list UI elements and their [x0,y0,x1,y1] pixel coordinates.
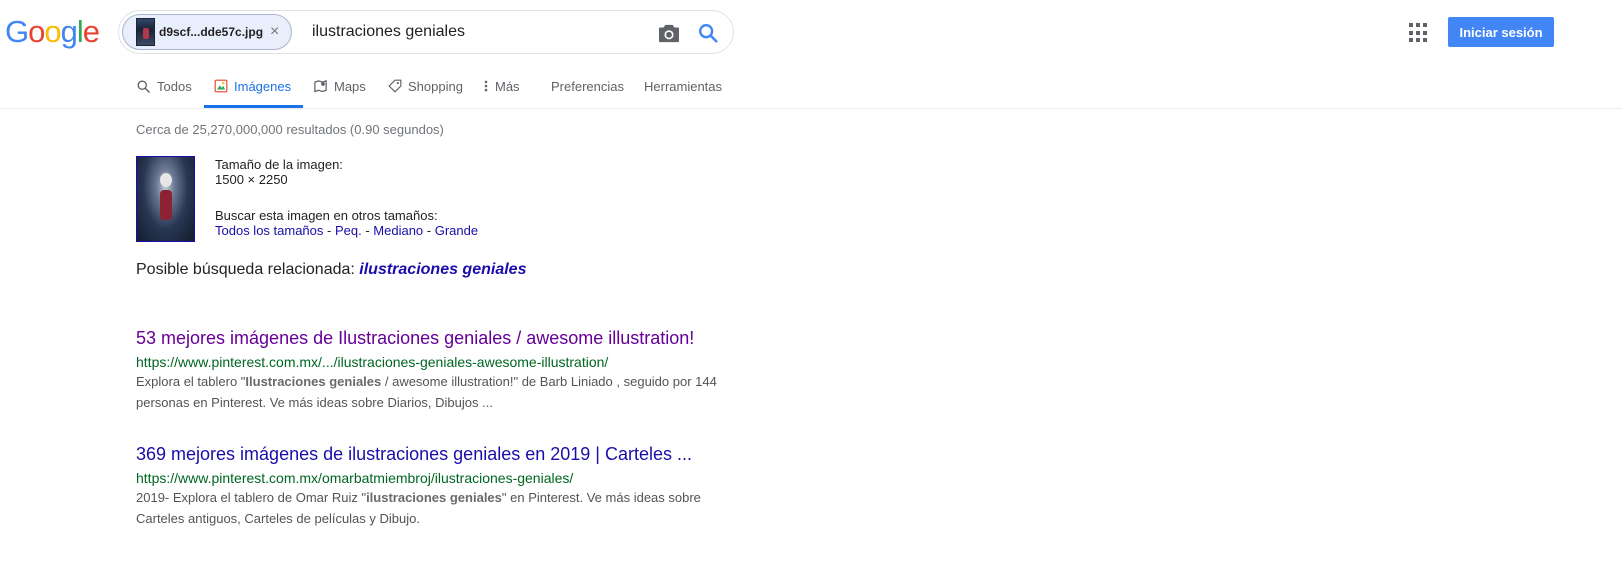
tab-herramientas[interactable]: Herramientas [644,74,722,108]
logo-letter: o [44,14,61,49]
logo-letter: g [60,14,78,49]
tab-label: Herramientas [644,79,723,94]
search-tabs: Todos Imágenes Maps Shopping Más Prefere… [0,74,1622,108]
related-query-link[interactable]: ilustraciones geniales [359,261,526,278]
chip-filename: d9scf...dde57c.jpg [159,25,264,39]
result-snippet: Explora el tablero "Ilustraciones genial… [136,374,717,410]
tag-icon [388,79,402,93]
result-item: 53 mejores imágenes de Ilustraciones gen… [136,327,726,413]
tab-shopping[interactable]: Shopping [388,74,463,108]
size-link-medium[interactable]: Mediano [373,223,423,238]
camera-icon[interactable] [658,23,680,43]
tab-label: Preferencias [551,79,624,94]
tab-label: Imágenes [234,79,292,94]
tab-preferencias[interactable]: Preferencias [551,74,624,108]
more-vert-icon [484,80,488,92]
header-divider [0,108,1622,109]
apps-grid-icon[interactable] [1409,23,1429,43]
search-icon[interactable] [697,22,719,44]
tab-todos[interactable]: Todos [136,74,192,108]
tab-imagenes[interactable]: Imágenes [204,74,304,108]
logo-letter: e [82,14,100,49]
related-prefix: Posible búsqueda relacionada: [136,261,360,278]
result-title-link[interactable]: 369 mejores imágenes de ilustraciones ge… [136,443,714,465]
logo-letter: o [28,14,45,49]
related-search: Posible búsqueda relacionada: ilustracio… [136,261,526,279]
result-item: 369 mejores imágenes de ilustraciones ge… [136,443,726,529]
tab-label: Shopping [408,79,463,94]
tab-label: Más [495,79,520,94]
image-info: Tamaño de la imagen: 1500 × 2250 Buscar … [215,157,478,238]
google-logo[interactable]: G o o g l e [5,14,100,49]
image-icon [214,79,228,93]
tab-maps[interactable]: Maps [313,74,366,108]
result-title-link[interactable]: 53 mejores imágenes de Ilustraciones gen… [136,327,714,349]
result-url[interactable]: https://www.pinterest.com.mx/.../ilustra… [136,352,726,372]
tab-label: Maps [334,79,366,94]
size-links: Todos los tamaños - Peq. - Mediano - Gra… [215,223,479,238]
result-stats: Cerca de 25,270,000,000 resultados (0.90… [136,122,444,137]
map-icon [314,80,327,93]
image-query-chip[interactable]: d9scf...dde57c.jpg × [122,14,292,50]
close-icon[interactable]: × [270,24,279,40]
image-size-label: Tamaño de la imagen: [215,157,343,172]
tab-label: Todos [157,79,192,94]
search-input[interactable]: ilustraciones geniales [312,23,465,41]
size-link-large[interactable]: Grande [435,223,478,238]
query-image-thumbnail[interactable] [136,156,195,242]
search-icon [137,80,150,93]
search-box[interactable]: d9scf...dde57c.jpg × ilustraciones genia… [118,10,734,54]
result-snippet: 2019- Explora el tablero de Omar Ruiz "i… [136,490,701,526]
result-url[interactable]: https://www.pinterest.com.mx/omarbatmiem… [136,468,726,488]
image-size-value: 1500 × 2250 [215,172,288,187]
logo-letter: G [5,14,29,49]
size-link-small[interactable]: Peq. [335,223,362,238]
signin-button[interactable]: Iniciar sesión [1448,17,1554,47]
tab-mas[interactable]: Más [483,74,520,108]
size-link-all[interactable]: Todos los tamaños [215,223,323,238]
chip-thumbnail [136,18,155,46]
other-sizes-label: Buscar esta imagen en otros tamaños: [215,208,438,223]
